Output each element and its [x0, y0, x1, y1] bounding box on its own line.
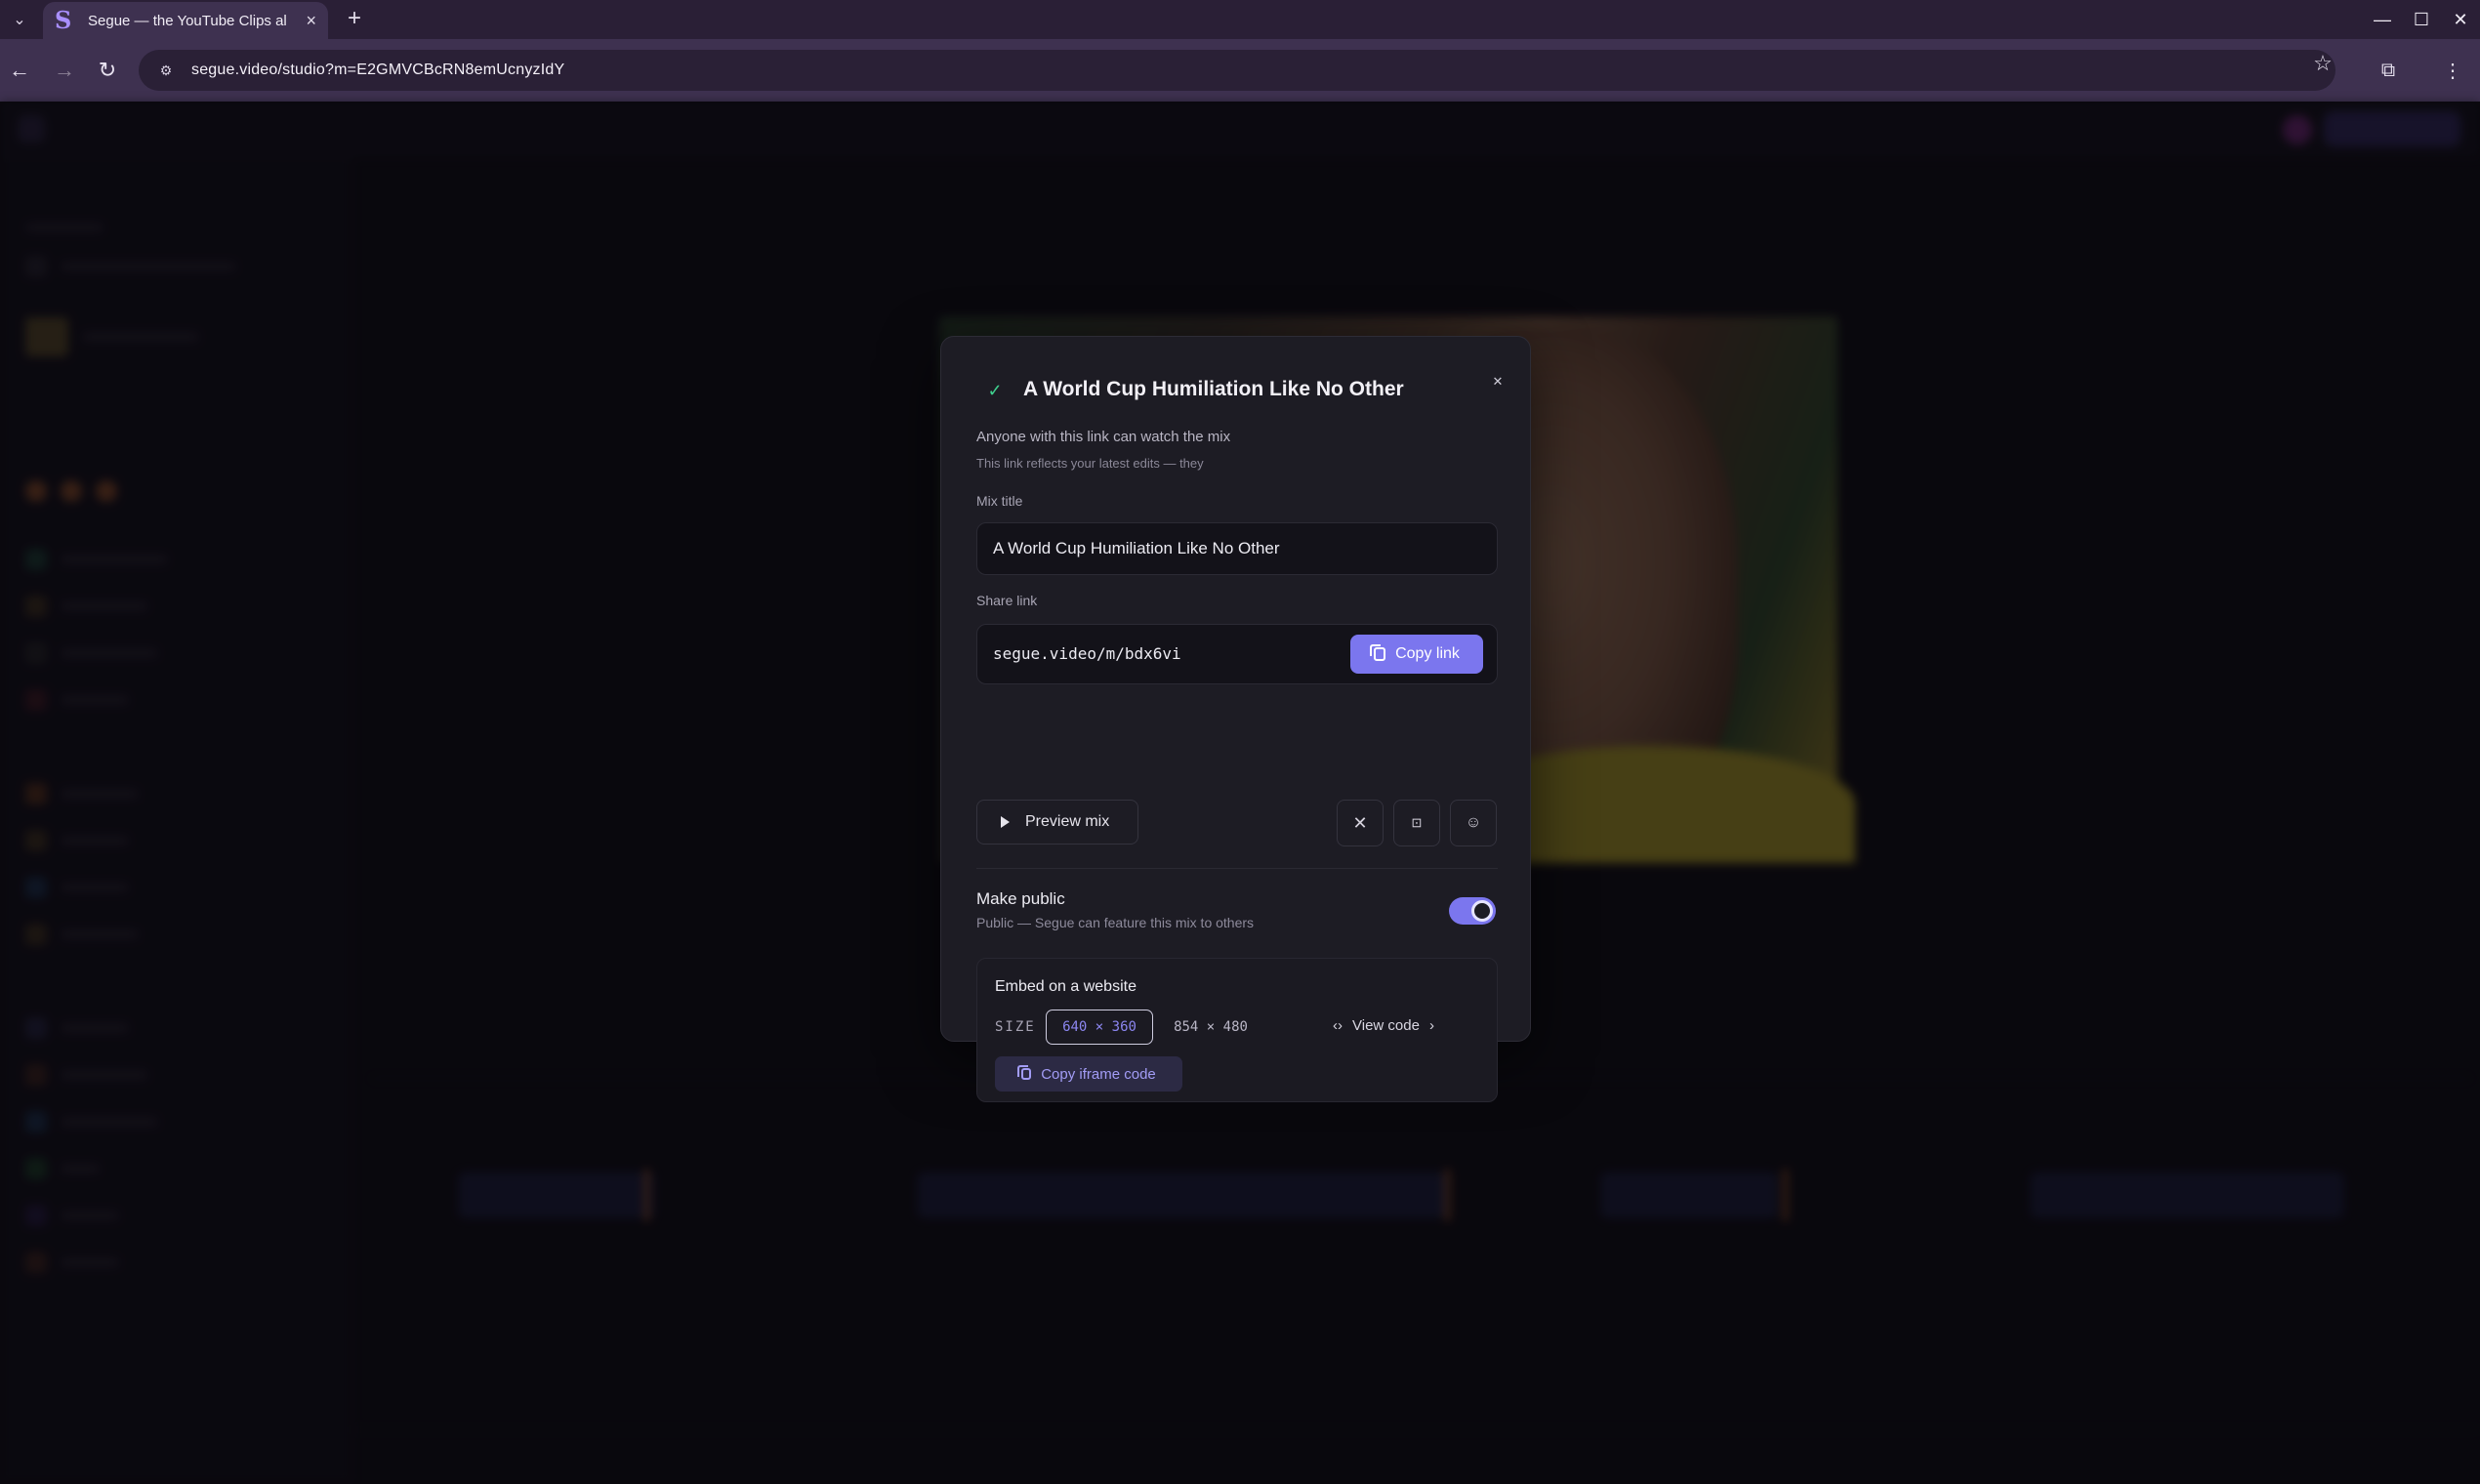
share-icon: ⊡	[1411, 815, 1423, 830]
browser-tab-bar: ⌄ S Segue — the YouTube Clips al × + — ☐…	[0, 0, 2480, 39]
size-option-854[interactable]: 854 × 480	[1157, 1010, 1264, 1045]
share-link-field[interactable]: segue.video/m/bdx6vi Copy link	[976, 624, 1498, 684]
mix-title-input[interactable]: A World Cup Humiliation Like No Other	[976, 522, 1498, 575]
copy-link-label: Copy link	[1395, 645, 1460, 662]
preview-mix-label: Preview mix	[1025, 813, 1110, 830]
reload-icon[interactable]: ↻	[92, 55, 123, 86]
size-option-640[interactable]: 640 × 360	[1046, 1010, 1153, 1045]
extensions-icon[interactable]: ⧉	[2373, 55, 2404, 86]
browser-toolbar: ← → ↻ ⚙ segue.video/studio?m=E2GMVCBcRN8…	[0, 39, 2480, 102]
view-code-label: View code	[1352, 1017, 1420, 1034]
share-mix-dialog: ✓ A World Cup Humiliation Like No Other …	[940, 336, 1531, 1102]
site-info-icon[interactable]: ⚙	[154, 59, 178, 82]
size-label: SIZE	[995, 1019, 1036, 1035]
code-icon: ‹›	[1333, 1017, 1343, 1034]
toggle-knob	[1471, 900, 1493, 922]
section-divider	[976, 868, 1498, 869]
make-public-subtitle: Public — Segue can feature this mix to o…	[976, 915, 1255, 930]
segue-favicon-icon: S	[55, 6, 72, 34]
new-tab-button[interactable]: +	[340, 4, 369, 33]
tab-title: Segue — the YouTube Clips al	[88, 12, 287, 29]
share-other-button[interactable]: ⊡	[1393, 800, 1440, 846]
copy-iframe-label: Copy iframe code	[1041, 1065, 1156, 1083]
bookmark-star-icon[interactable]: ☆	[2308, 49, 2337, 78]
make-public-title: Make public	[976, 889, 1065, 908]
play-icon	[1001, 816, 1010, 828]
window-close-button[interactable]: ✕	[2441, 4, 2480, 35]
share-x-button[interactable]: ✕	[1337, 800, 1384, 846]
copy-iframe-icon	[1017, 1065, 1032, 1080]
dialog-title: A World Cup Humiliation Like No Other	[1023, 378, 1404, 400]
tab-search-chevron-icon[interactable]: ⌄	[6, 6, 33, 33]
browser-tab[interactable]: S Segue — the YouTube Clips al ×	[43, 2, 328, 39]
url-text: segue.video/studio?m=E2GMVCBcRN8emUcnyzI…	[191, 62, 565, 78]
preview-mix-button[interactable]: Preview mix	[976, 800, 1138, 845]
chevron-right-icon: ›	[1428, 1017, 1434, 1034]
x-icon: ✕	[1352, 812, 1368, 833]
tab-close-icon[interactable]: ×	[306, 11, 316, 31]
view-code-link[interactable]: ‹› View code ›	[1333, 1017, 1434, 1034]
forward-icon[interactable]: →	[49, 55, 80, 86]
copy-icon	[1370, 644, 1386, 661]
back-icon[interactable]: ←	[4, 55, 35, 86]
dialog-subtext: This link reflects your latest edits — t…	[976, 456, 1204, 471]
make-public-toggle[interactable]	[1449, 897, 1496, 925]
share-link-label: Share link	[976, 593, 1038, 608]
window-maximize-button[interactable]: ☐	[2402, 4, 2441, 35]
copy-link-button[interactable]: Copy link	[1350, 635, 1483, 674]
window-minimize-button[interactable]: —	[2363, 4, 2402, 35]
address-bar[interactable]: ⚙ segue.video/studio?m=E2GMVCBcRN8emUcny…	[139, 50, 2335, 91]
embed-panel: Embed on a website SIZE 640 × 360 854 × …	[976, 958, 1498, 1102]
embed-title: Embed on a website	[995, 978, 1137, 995]
share-emoji-button[interactable]: ☺	[1450, 800, 1497, 846]
copy-iframe-button[interactable]: Copy iframe code	[995, 1056, 1182, 1092]
close-dialog-icon[interactable]: ✕	[1484, 368, 1511, 395]
emoji-icon: ☺	[1465, 814, 1482, 831]
mix-title-label: Mix title	[976, 493, 1023, 509]
dialog-description: Anyone with this link can watch the mix	[976, 429, 1231, 445]
share-link-url: segue.video/m/bdx6vi	[993, 644, 1181, 663]
browser-menu-icon[interactable]: ⋮	[2437, 55, 2468, 86]
check-icon: ✓	[987, 380, 1003, 400]
